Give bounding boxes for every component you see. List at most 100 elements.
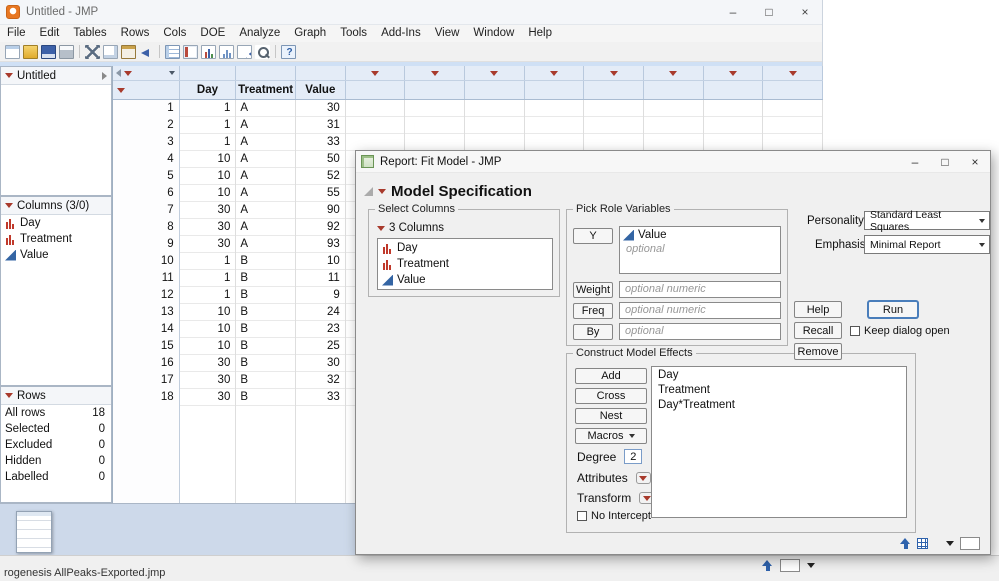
columns-panel-header[interactable]: Columns (3/0) — [1, 197, 111, 215]
save-icon[interactable] — [41, 44, 56, 59]
red-triangle-menu-icon[interactable] — [378, 189, 386, 194]
red-triangle-menu-icon[interactable] — [5, 73, 13, 78]
data-grid-icon[interactable] — [917, 538, 928, 549]
cell-empty[interactable] — [525, 134, 585, 151]
cell-empty[interactable] — [704, 134, 764, 151]
personality-dropdown[interactable]: Standard Least Squares — [864, 209, 990, 233]
no-intercept-checkbox[interactable] — [577, 511, 587, 521]
row-number-cell[interactable]: 1 — [113, 100, 180, 117]
cell-treatment[interactable]: A — [236, 202, 297, 219]
print-icon[interactable] — [59, 44, 74, 59]
cell-day[interactable]: 10 — [180, 151, 237, 168]
cell-treatment[interactable]: A — [236, 219, 297, 236]
red-triangle-menu-icon[interactable] — [5, 393, 13, 398]
column-header-treatment[interactable]: Treatment — [236, 81, 296, 99]
row-number-cell[interactable]: 3 — [113, 134, 180, 151]
cell-day[interactable]: 1 — [180, 134, 237, 151]
column-menu-icon[interactable] — [490, 70, 499, 76]
undo-icon[interactable] — [139, 45, 154, 59]
cell-treatment[interactable]: B — [236, 321, 297, 338]
menu-item[interactable]: Add-Ins — [374, 25, 428, 42]
cell-value[interactable]: 33 — [296, 134, 346, 151]
dropdown-arrow-icon[interactable] — [807, 563, 815, 568]
add-button[interactable]: Add — [575, 368, 647, 384]
new-icon[interactable] — [5, 44, 20, 59]
run-button[interactable]: Run — [868, 301, 918, 318]
cell-empty[interactable] — [465, 100, 525, 117]
cell-empty[interactable] — [405, 134, 466, 151]
column-header-day[interactable]: Day — [180, 81, 237, 99]
menu-item[interactable]: Help — [521, 25, 559, 42]
table-panel-header[interactable]: Untitled — [1, 67, 111, 85]
minimize-button[interactable]: – — [715, 0, 751, 24]
menu-item[interactable]: DOE — [193, 25, 232, 42]
sep[interactable] — [79, 45, 80, 58]
column-menu-icon[interactable] — [669, 70, 678, 76]
cell-treatment[interactable]: B — [236, 389, 297, 406]
cell-value[interactable]: 9 — [296, 287, 346, 304]
menu-item[interactable]: Rows — [114, 25, 157, 42]
cell-day[interactable]: 1 — [180, 100, 237, 117]
cell-empty[interactable] — [525, 100, 585, 117]
cell-value[interactable]: 24 — [296, 304, 346, 321]
cell-treatment[interactable]: A — [236, 168, 297, 185]
by-role-box[interactable]: optional — [619, 323, 781, 340]
cell-value[interactable]: 32 — [296, 372, 346, 389]
column-menu-icon[interactable] — [371, 70, 380, 76]
row-number-cell[interactable]: 4 — [113, 151, 180, 168]
column-list-item[interactable]: Day — [1, 215, 111, 231]
cell-day[interactable]: 10 — [180, 168, 237, 185]
cell-empty[interactable] — [704, 100, 764, 117]
menu-item[interactable]: File — [0, 25, 33, 42]
by-button[interactable]: By — [573, 324, 613, 340]
cell-day[interactable]: 10 — [180, 304, 237, 321]
menu-item[interactable]: Window — [466, 25, 521, 42]
column-header-value[interactable]: Value — [296, 81, 346, 99]
weight-role-box[interactable]: optional numeric — [619, 281, 781, 298]
cell-treatment[interactable]: B — [236, 355, 297, 372]
menu-item[interactable]: View — [428, 25, 467, 42]
column-menu-icon[interactable] — [549, 70, 558, 76]
cell-treatment[interactable]: A — [236, 151, 297, 168]
effect-item[interactable]: Treatment — [652, 383, 906, 398]
columns-count[interactable]: 3 Columns — [377, 222, 444, 234]
row-number-cell[interactable]: 7 — [113, 202, 180, 219]
row-number-cell[interactable]: 15 — [113, 338, 180, 355]
macros-button[interactable]: Macros — [575, 428, 647, 444]
cell-treatment[interactable]: A — [236, 236, 297, 253]
freq-button[interactable]: Freq — [573, 303, 613, 319]
help-button[interactable]: Help — [794, 301, 842, 318]
recall-button[interactable]: Recall — [794, 322, 842, 339]
sep[interactable] — [275, 45, 276, 58]
grid-icon[interactable] — [165, 44, 180, 59]
row-number-header[interactable] — [113, 81, 180, 99]
cell-empty[interactable] — [405, 100, 466, 117]
column-list-item[interactable]: Treatment — [1, 231, 111, 247]
y-role-box[interactable]: Value optional — [619, 226, 781, 274]
cell-empty[interactable] — [346, 134, 406, 151]
cell-value[interactable]: 55 — [296, 185, 346, 202]
row-number-cell[interactable]: 12 — [113, 287, 180, 304]
cell-treatment[interactable]: A — [236, 117, 297, 134]
cell-value[interactable]: 25 — [296, 338, 346, 355]
table-row[interactable]: 1 1 A 30 — [113, 100, 823, 117]
cell-day[interactable]: 1 — [180, 270, 237, 287]
table-thumbnail[interactable] — [16, 511, 52, 553]
dialog-minimize-button[interactable]: – — [900, 151, 930, 172]
cell-treatment[interactable]: B — [236, 372, 297, 389]
cell-day[interactable]: 30 — [180, 236, 237, 253]
row-number-cell[interactable]: 8 — [113, 219, 180, 236]
select-column-item[interactable]: Value — [380, 272, 550, 288]
row-number-cell[interactable]: 9 — [113, 236, 180, 253]
menu-item[interactable]: Edit — [33, 25, 67, 42]
maximize-button[interactable]: □ — [751, 0, 787, 24]
table-row[interactable]: 2 1 A 31 — [113, 117, 823, 134]
cross-button[interactable]: Cross — [575, 388, 647, 404]
cut-icon[interactable] — [85, 45, 100, 59]
weight-button[interactable]: Weight — [573, 282, 613, 298]
chart-icon[interactable] — [201, 44, 216, 59]
row-number-cell[interactable]: 16 — [113, 355, 180, 372]
cell-day[interactable]: 10 — [180, 321, 237, 338]
cell-day[interactable]: 1 — [180, 287, 237, 304]
cell-day[interactable]: 1 — [180, 117, 237, 134]
